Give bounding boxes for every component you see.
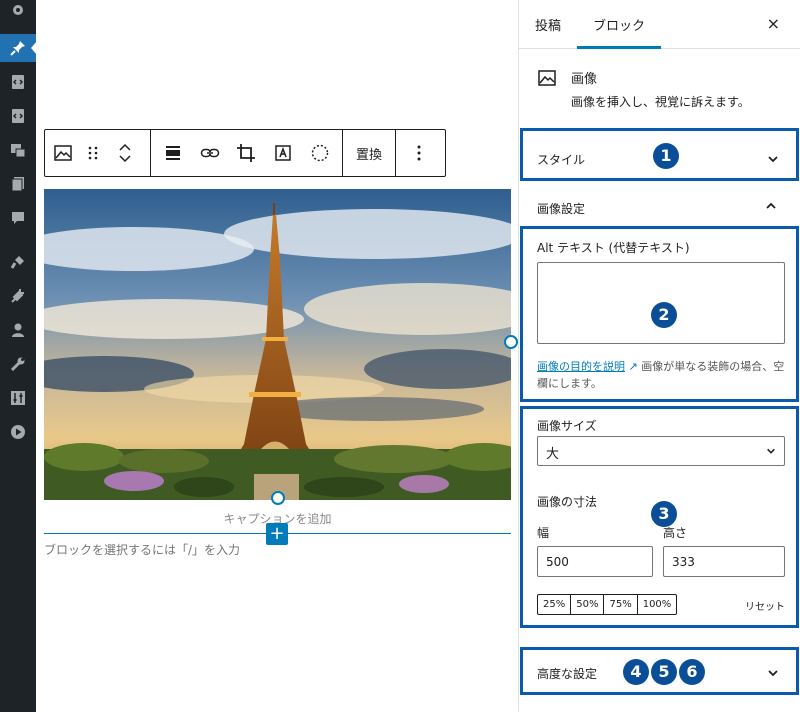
- alt-text-panel: Alt テキスト (代替テキスト) 2 画像の目的を説明 ↗ 画像が単なる装飾の…: [520, 226, 799, 402]
- code-icon[interactable]: [8, 106, 28, 126]
- align-icon[interactable]: [155, 130, 191, 176]
- image-icon: [538, 70, 556, 86]
- eiffel-tower-image[interactable]: [44, 189, 511, 500]
- play-icon[interactable]: [8, 422, 28, 442]
- chevron-down-icon: [768, 156, 778, 163]
- block-card: 画像 画像を挿入し、視覚に訴えます。: [537, 66, 790, 118]
- settings-icon[interactable]: [8, 0, 28, 20]
- replace-button[interactable]: 置換: [343, 130, 395, 176]
- tab-block[interactable]: ブロック: [577, 0, 662, 49]
- size-preset-group: 25% 50% 75% 100%: [537, 594, 678, 615]
- annotation-badge-6: 6: [679, 659, 705, 685]
- preset-50-button[interactable]: 50%: [571, 595, 605, 614]
- chevron-down-icon: [768, 670, 778, 677]
- more-options-icon[interactable]: [396, 130, 442, 176]
- editor-canvas: 置換 キャプションを追加 + ブロックを選択するには「/」を入力: [36, 0, 518, 712]
- resize-handle-right[interactable]: [504, 335, 518, 349]
- width-label: 幅: [537, 526, 550, 540]
- height-label: 高さ: [663, 526, 688, 540]
- sidebar-tabs: 投稿 ブロック ×: [519, 0, 800, 49]
- advanced-panel-title: 高度な設定: [537, 667, 598, 681]
- plugins-icon[interactable]: [8, 286, 28, 306]
- external-link-icon: ↗: [625, 360, 642, 373]
- drag-handle-icon[interactable]: [81, 130, 105, 176]
- annotation-badge-5: 5: [651, 659, 677, 685]
- move-up-down-icon[interactable]: [105, 130, 145, 176]
- image-size-value: 大: [546, 447, 560, 462]
- annotation-badge-4: 4: [623, 659, 649, 685]
- annotation-badge-2: 2: [651, 302, 677, 328]
- style-panel-title: スタイル: [537, 153, 586, 167]
- alt-text-help-link[interactable]: 画像の目的を説明: [537, 360, 625, 373]
- link-icon[interactable]: [192, 130, 228, 176]
- admin-menu: [0, 0, 37, 712]
- image-settings-title[interactable]: 画像設定: [537, 200, 585, 217]
- toolbar-group-block: [45, 130, 151, 176]
- image-block-icon[interactable]: [45, 130, 81, 176]
- block-appender[interactable]: ブロックを選択するには「/」を入力: [44, 541, 240, 558]
- toolbar-group-options: [396, 130, 442, 176]
- tab-post-label: 投稿: [535, 18, 562, 34]
- block-inserter-button[interactable]: +: [266, 523, 288, 545]
- toolbar-group-replace: 置換: [343, 130, 397, 176]
- resize-handle-bottom[interactable]: [271, 491, 285, 505]
- preset-25-button[interactable]: 25%: [538, 595, 572, 614]
- alt-text-label: Alt テキスト (代替テキスト): [537, 241, 690, 255]
- image-dimensions-label: 画像の寸法: [537, 495, 598, 509]
- reset-button[interactable]: リセット: [745, 598, 785, 613]
- pages-icon[interactable]: [8, 174, 28, 194]
- chevron-up-icon[interactable]: [765, 200, 777, 212]
- crop-icon[interactable]: [228, 130, 264, 176]
- chevron-down-icon: [767, 448, 775, 454]
- tab-block-label: ブロック: [593, 18, 646, 34]
- annotation-badge-1: 1: [653, 143, 679, 169]
- appearance-icon[interactable]: [8, 252, 28, 272]
- text-overlay-icon[interactable]: [265, 130, 301, 176]
- pin-icon[interactable]: [8, 38, 28, 58]
- settings-sidebar: 投稿 ブロック × 画像 画像を挿入し、視覚に訴えます。 スタイル 1 画像設定…: [518, 0, 800, 712]
- users-icon[interactable]: [8, 320, 28, 340]
- preset-75-button[interactable]: 75%: [604, 595, 638, 614]
- media-icon[interactable]: [8, 140, 28, 160]
- close-icon[interactable]: ×: [767, 16, 780, 32]
- code-icon[interactable]: [8, 72, 28, 92]
- block-card-title: 画像: [571, 72, 598, 87]
- style-panel[interactable]: スタイル 1: [520, 128, 799, 181]
- duotone-icon[interactable]: [302, 130, 338, 176]
- advanced-panel[interactable]: 高度な設定 4 5 6: [520, 647, 799, 695]
- toolbar-group-tools: [151, 130, 343, 176]
- image-size-panel: 画像サイズ 大 画像の寸法 3 幅 高さ 500 333 25% 50% 75%…: [520, 406, 799, 628]
- height-input[interactable]: 333: [663, 546, 785, 577]
- alt-text-help: 画像の目的を説明 ↗ 画像が単なる装飾の場合、空欄にします。: [537, 358, 787, 392]
- settings-sliders-icon[interactable]: [8, 388, 28, 408]
- width-input[interactable]: 500: [537, 546, 653, 577]
- tools-icon[interactable]: [8, 354, 28, 374]
- preset-100-button[interactable]: 100%: [638, 595, 677, 614]
- tab-post[interactable]: 投稿: [519, 0, 577, 48]
- image-size-label: 画像サイズ: [537, 419, 597, 433]
- block-card-description: 画像を挿入し、視覚に訴えます。: [571, 95, 750, 109]
- comments-icon[interactable]: [8, 208, 28, 228]
- block-toolbar: 置換: [44, 129, 446, 177]
- image-size-select[interactable]: 大: [537, 436, 785, 466]
